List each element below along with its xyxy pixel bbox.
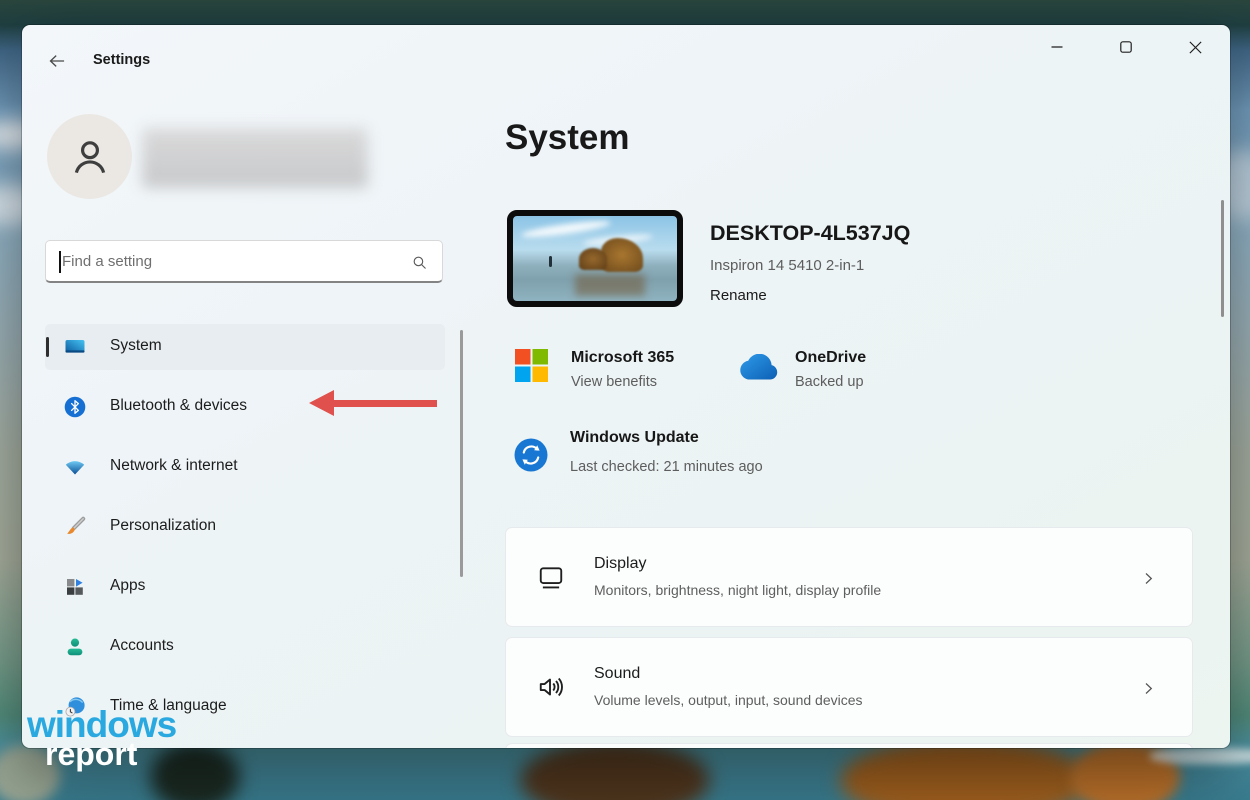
sidebar-item-label: Network & internet [110,457,238,475]
sidebar-scrollbar[interactable] [460,330,463,577]
chevron-right-icon [1141,570,1156,587]
thumbnail-person [549,256,552,267]
personalization-icon [63,515,87,539]
page-title: System [505,118,630,158]
next-settings-card-partial[interactable] [505,743,1193,748]
apps-icon [63,575,87,599]
onedrive-subtitle: Backed up [795,374,864,390]
close-button[interactable] [1174,31,1216,63]
sidebar-item-personalization[interactable]: Personalization [45,504,445,550]
card-subtitle: Volume levels, output, input, sound devi… [594,692,863,708]
sidebar-item-accounts[interactable]: Accounts [45,624,445,670]
windows-update-icon [514,438,548,472]
thumbnail-reflection [575,274,645,296]
sidebar-item-label: Accounts [110,637,174,655]
card-subtitle: Monitors, brightness, night light, displ… [594,582,881,598]
sound-settings-card[interactable]: Sound Volume levels, output, input, soun… [505,637,1193,737]
sidebar-item-bluetooth-devices[interactable]: Bluetooth & devices [45,384,445,430]
sound-icon [536,672,566,702]
network-icon [63,455,87,479]
maximize-button[interactable] [1105,31,1147,63]
sidebar-item-label: Personalization [110,517,216,535]
onedrive-cloud-icon [736,354,780,382]
desktop: Settings [0,0,1250,800]
bluetooth-icon [63,395,87,419]
sidebar-item-network-internet[interactable]: Network & internet [45,444,445,490]
card-title: Sound [594,665,640,683]
wallpaper-foam [1150,748,1250,764]
sidebar-item-system[interactable]: System [45,324,445,370]
minimize-button[interactable] [1036,31,1078,63]
annotation-arrow-bar [332,400,437,407]
search-box [45,240,443,283]
thumbnail-rock [601,238,643,272]
display-icon [536,562,566,592]
search-icon [411,254,428,271]
device-model: Inspiron 14 5410 2-in-1 [710,257,864,274]
user-avatar[interactable] [47,114,132,199]
back-arrow-icon [47,51,67,71]
onedrive-title: OneDrive [795,349,866,367]
thumbnail-rock [579,248,607,270]
display-settings-card[interactable]: Display Monitors, brightness, night ligh… [505,527,1193,627]
device-name: DESKTOP-4L537JQ [710,221,910,246]
device-thumbnail [507,210,683,307]
sidebar-item-label: System [110,337,162,355]
content-scrollbar[interactable] [1221,200,1224,317]
system-icon [63,335,87,359]
windows-update-subtitle: Last checked: 21 minutes ago [570,459,763,475]
user-name-blurred [142,128,368,188]
text-caret [59,251,61,273]
card-title: Display [594,555,646,573]
rename-link[interactable]: Rename [710,287,767,304]
ms365-title: Microsoft 365 [571,349,674,367]
window-title: Settings [93,52,150,68]
maximize-icon [1120,41,1132,53]
search-input[interactable] [62,241,392,281]
watermark-report: report [45,736,137,773]
ms365-subtitle[interactable]: View benefits [571,374,657,390]
minimize-icon [1051,41,1063,53]
sidebar-item-label: Apps [110,577,145,595]
back-button[interactable] [44,49,70,73]
person-icon [66,133,114,181]
close-icon [1189,41,1202,54]
selection-indicator [46,337,49,357]
thumbnail-cloud [521,218,612,240]
accounts-icon [63,635,87,659]
chevron-right-icon [1141,680,1156,697]
annotation-arrow-head [309,390,334,416]
windows-update-title: Windows Update [570,429,699,447]
microsoft-logo-icon [515,349,548,382]
sidebar-item-apps[interactable]: Apps [45,564,445,610]
settings-window: Settings [22,25,1230,748]
sidebar-item-label: Bluetooth & devices [110,397,247,415]
